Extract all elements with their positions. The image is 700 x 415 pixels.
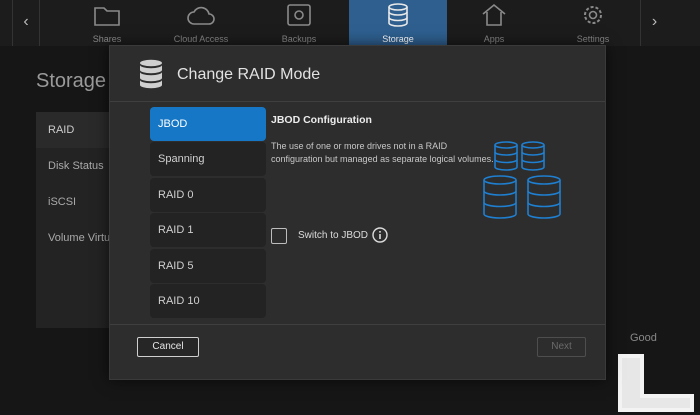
tab-label: Shares bbox=[92, 34, 122, 44]
dialog-title: Change RAID Mode bbox=[177, 66, 321, 83]
raid-mode-raid0[interactable]: RAID 0 bbox=[150, 178, 266, 212]
status-text: Good bbox=[630, 332, 657, 344]
tab-settings[interactable]: Settings bbox=[544, 0, 642, 46]
dialog-header: Change RAID Mode bbox=[110, 46, 605, 102]
tab-label: Settings bbox=[576, 34, 610, 44]
tab-apps[interactable]: Apps bbox=[445, 0, 543, 46]
tab-cloud-access[interactable]: Cloud Access bbox=[152, 0, 250, 46]
config-title: JBOD Configuration bbox=[271, 114, 372, 126]
next-button[interactable]: Next bbox=[537, 337, 586, 357]
page-title: Storage bbox=[36, 70, 107, 92]
nav-next-arrow[interactable]: › bbox=[640, 0, 668, 46]
tab-backups[interactable]: Backups bbox=[250, 0, 348, 46]
config-description: The use of one or more drives not in a R… bbox=[271, 141, 494, 164]
gear-icon bbox=[584, 6, 602, 24]
tab-shares[interactable]: Shares bbox=[58, 0, 156, 46]
raid-mode-raid1[interactable]: RAID 1 bbox=[150, 213, 266, 247]
folder-icon bbox=[94, 7, 120, 26]
raid-mode-raid5[interactable]: RAID 5 bbox=[150, 249, 266, 283]
nav-prev-arrow[interactable]: ‹ bbox=[12, 0, 40, 46]
tab-label: Apps bbox=[483, 34, 505, 44]
switch-to-jbod-checkbox[interactable] bbox=[271, 228, 287, 244]
tab-label: Backups bbox=[281, 34, 317, 44]
tab-label: Cloud Access bbox=[173, 34, 229, 44]
info-icon[interactable] bbox=[372, 227, 388, 243]
cancel-button[interactable]: Cancel bbox=[137, 337, 199, 357]
safe-icon bbox=[287, 4, 311, 26]
tab-label: Storage bbox=[382, 34, 414, 44]
drives-illustration-icon bbox=[483, 141, 561, 219]
database-icon bbox=[140, 59, 162, 89]
top-navigation: ‹ Shares Cloud Access Backups Storage Ap… bbox=[0, 0, 700, 46]
database-icon bbox=[388, 3, 408, 27]
cloud-icon bbox=[187, 6, 215, 25]
switch-to-jbod-row: Switch to JBOD bbox=[271, 227, 431, 245]
dialog-footer: Cancel Next bbox=[110, 324, 605, 379]
raid-mode-raid10[interactable]: RAID 10 bbox=[150, 284, 266, 318]
apps-icon bbox=[482, 3, 506, 26]
raid-mode-jbod[interactable]: JBOD bbox=[150, 107, 266, 141]
raid-mode-spanning[interactable]: Spanning bbox=[150, 142, 266, 176]
tab-storage[interactable]: Storage bbox=[349, 0, 447, 46]
change-raid-mode-dialog: Change RAID Mode JBOD Spanning RAID 0 RA… bbox=[109, 45, 606, 380]
switch-to-jbod-label[interactable]: Switch to JBOD bbox=[298, 230, 368, 241]
logo-watermark bbox=[618, 354, 694, 412]
